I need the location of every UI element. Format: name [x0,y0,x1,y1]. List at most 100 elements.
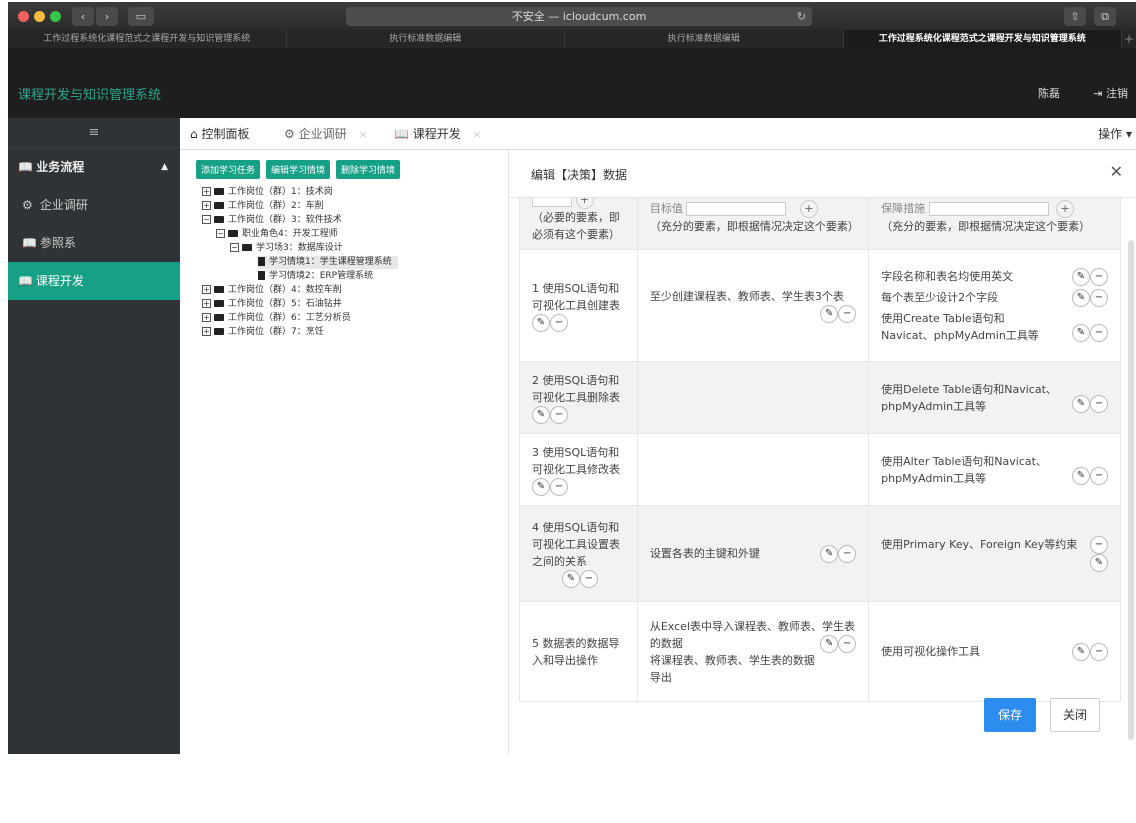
folder-open-icon [242,244,252,251]
remove-icon[interactable]: − [550,477,568,496]
tree-node[interactable]: + 工作岗位（群）5：石油钻井 [202,298,342,311]
edit-icon[interactable]: ✎ [562,570,580,588]
table-cell: 5 数据表的数据导入和导出操作 [519,601,638,702]
close-tab-icon[interactable]: × [473,128,482,141]
new-tab-button[interactable]: + [1122,30,1136,48]
user-name[interactable]: 陈磊 [1038,85,1060,101]
add-icon[interactable]: + [575,198,594,209]
tree-node[interactable]: − 工作岗位（群）3：软件技术 [202,214,342,227]
browser-tab[interactable]: 工作过程系统化课程范式之课程开发与知识管理系统 [8,30,287,48]
remove-icon[interactable]: − [1090,466,1108,485]
row-actions: ✎ − [1072,466,1108,485]
remove-icon[interactable]: − [1090,267,1108,286]
ops-label: 操作 [1098,127,1123,141]
browser-tab[interactable]: 执行标准数据编辑 [287,30,565,48]
sidebar-item-survey[interactable]: ⚙ 企业调研 [8,186,180,224]
remove-icon[interactable]: − [550,405,568,424]
expand-icon[interactable]: + [202,327,211,336]
expand-icon[interactable]: + [202,285,211,294]
remove-icon[interactable]: − [838,305,857,323]
collapse-icon[interactable]: − [216,229,225,238]
forward-button[interactable]: › [96,7,118,26]
browser-tab-active[interactable]: 工作过程系统化课程范式之课程开发与知识管理系统 [843,30,1122,48]
share-icon[interactable]: ⇧ [1064,7,1086,26]
collapse-icon[interactable]: − [230,243,239,252]
edit-icon[interactable]: ✎ [820,305,839,323]
remove-icon[interactable]: − [1090,642,1108,661]
add-task-button[interactable]: 添加学习任务 [196,160,261,179]
tabs-overview-icon[interactable]: ⧉ [1094,7,1116,26]
expand-icon[interactable]: + [202,187,211,196]
table-cell: 目标值 + （充分的要素，即根据情况决定这个要素） [636,198,870,250]
edit-situation-button[interactable]: 编辑学习情境 [266,160,331,179]
modal-scrollbar[interactable] [1128,240,1134,740]
edit-icon[interactable]: ✎ [1072,394,1090,413]
table-cell: 3 使用SQL语句和可视化工具修改表 ✎ − [519,433,638,506]
tab-course-dev[interactable]: 📖 课程开发 × [394,118,482,150]
add-icon[interactable]: + [1056,199,1075,218]
measure-text: 每个表至少设计2个字段 [881,290,999,304]
remove-icon[interactable]: − [1090,288,1108,307]
edit-icon[interactable]: ✎ [1072,288,1090,307]
table-cell: 1 使用SQL语句和可视化工具创建表 ✎ − [519,249,638,362]
remove-icon[interactable]: − [1090,535,1108,554]
close-tab-icon[interactable]: × [358,128,367,141]
edit-icon[interactable]: ✎ [532,313,550,332]
tree-node[interactable]: + 工作岗位（群）6：工艺分析员 [202,312,351,325]
tree-node[interactable]: + 工作岗位（群）7：烹饪 [202,326,324,339]
menu-toggle-icon[interactable]: ≡ [8,118,180,148]
expand-icon[interactable]: + [202,313,211,322]
edit-icon[interactable]: ✎ [1072,466,1090,485]
reload-icon[interactable]: ↻ [797,7,806,26]
target-input[interactable] [686,201,787,216]
close-icon[interactable]: ✕ [1110,162,1123,181]
edit-icon[interactable]: ✎ [1072,323,1090,342]
edit-icon[interactable]: ✎ [1072,267,1090,286]
edit-icon[interactable]: ✎ [532,405,550,424]
remove-icon[interactable]: − [580,570,598,588]
edit-icon[interactable]: ✎ [532,477,550,496]
save-button[interactable]: 保存 [984,698,1036,732]
tree-node-selected[interactable]: 学习情境1：学生课程管理系统 [258,256,398,269]
step-input[interactable] [532,198,572,207]
remove-icon[interactable]: − [1090,394,1108,413]
browser-tab[interactable]: 执行标准数据编辑 [565,30,844,48]
measures-input[interactable] [928,201,1049,216]
expand-icon[interactable]: + [202,299,211,308]
tree-node[interactable]: + 工作岗位（群）4：数控车削 [202,284,342,297]
operations-dropdown[interactable]: 操作 ▾ [1098,118,1132,150]
edit-icon[interactable]: ✎ [1072,642,1090,661]
sidebar-section-business[interactable]: 📖 业务流程 ▲ [8,148,180,186]
zoom-window-button[interactable] [50,11,61,22]
close-button[interactable]: 关闭 [1050,698,1100,732]
tree-node[interactable]: − 学习场3：数据库设计 [230,242,343,255]
tree-node[interactable]: + 工作岗位（群）2：车削 [202,200,324,213]
tree-node[interactable]: + 工作岗位（群）1：技术岗 [202,186,333,199]
edit-icon[interactable]: ✎ [820,544,839,563]
delete-situation-button[interactable]: 删除学习情境 [336,160,401,179]
address-bar[interactable]: 不安全 — icloudcum.com ↻ [346,7,812,26]
expand-icon[interactable]: + [202,201,211,210]
remove-icon[interactable]: − [550,313,568,332]
tree-node[interactable]: − 职业角色4：开发工程师 [216,228,338,241]
tab-survey[interactable]: ⚙ 企业调研 × [284,118,368,150]
remove-icon[interactable]: − [1090,323,1108,342]
close-window-button[interactable] [18,11,29,22]
add-icon[interactable]: + [799,199,818,218]
collapse-icon[interactable]: − [202,215,211,224]
edit-icon[interactable]: ✎ [1090,553,1108,572]
remove-icon[interactable]: − [838,634,857,653]
logout-link[interactable]: ⇥ 注销 [1093,85,1128,101]
back-button[interactable]: ‹ [72,7,94,26]
minimize-window-button[interactable] [34,11,45,22]
tree-node[interactable]: 学习情境2：ERP管理系统 [258,270,373,283]
table-row: 3 使用SQL语句和可视化工具修改表 ✎ − 使用Alter Table语句和Na… [519,433,1121,506]
remove-icon[interactable]: − [838,544,857,563]
edit-icon[interactable]: ✎ [820,634,839,653]
document-icon [258,257,265,266]
sidebar-item-reference[interactable]: 📖 参照系 [8,224,180,262]
sidebar-toggle-icon[interactable]: ▭ [128,7,154,26]
sidebar-item-course-dev[interactable]: 📖 课程开发 [8,262,180,300]
row-actions: − ✎ [1090,535,1108,572]
tab-dashboard[interactable]: ⌂ 控制面板 [190,118,249,150]
